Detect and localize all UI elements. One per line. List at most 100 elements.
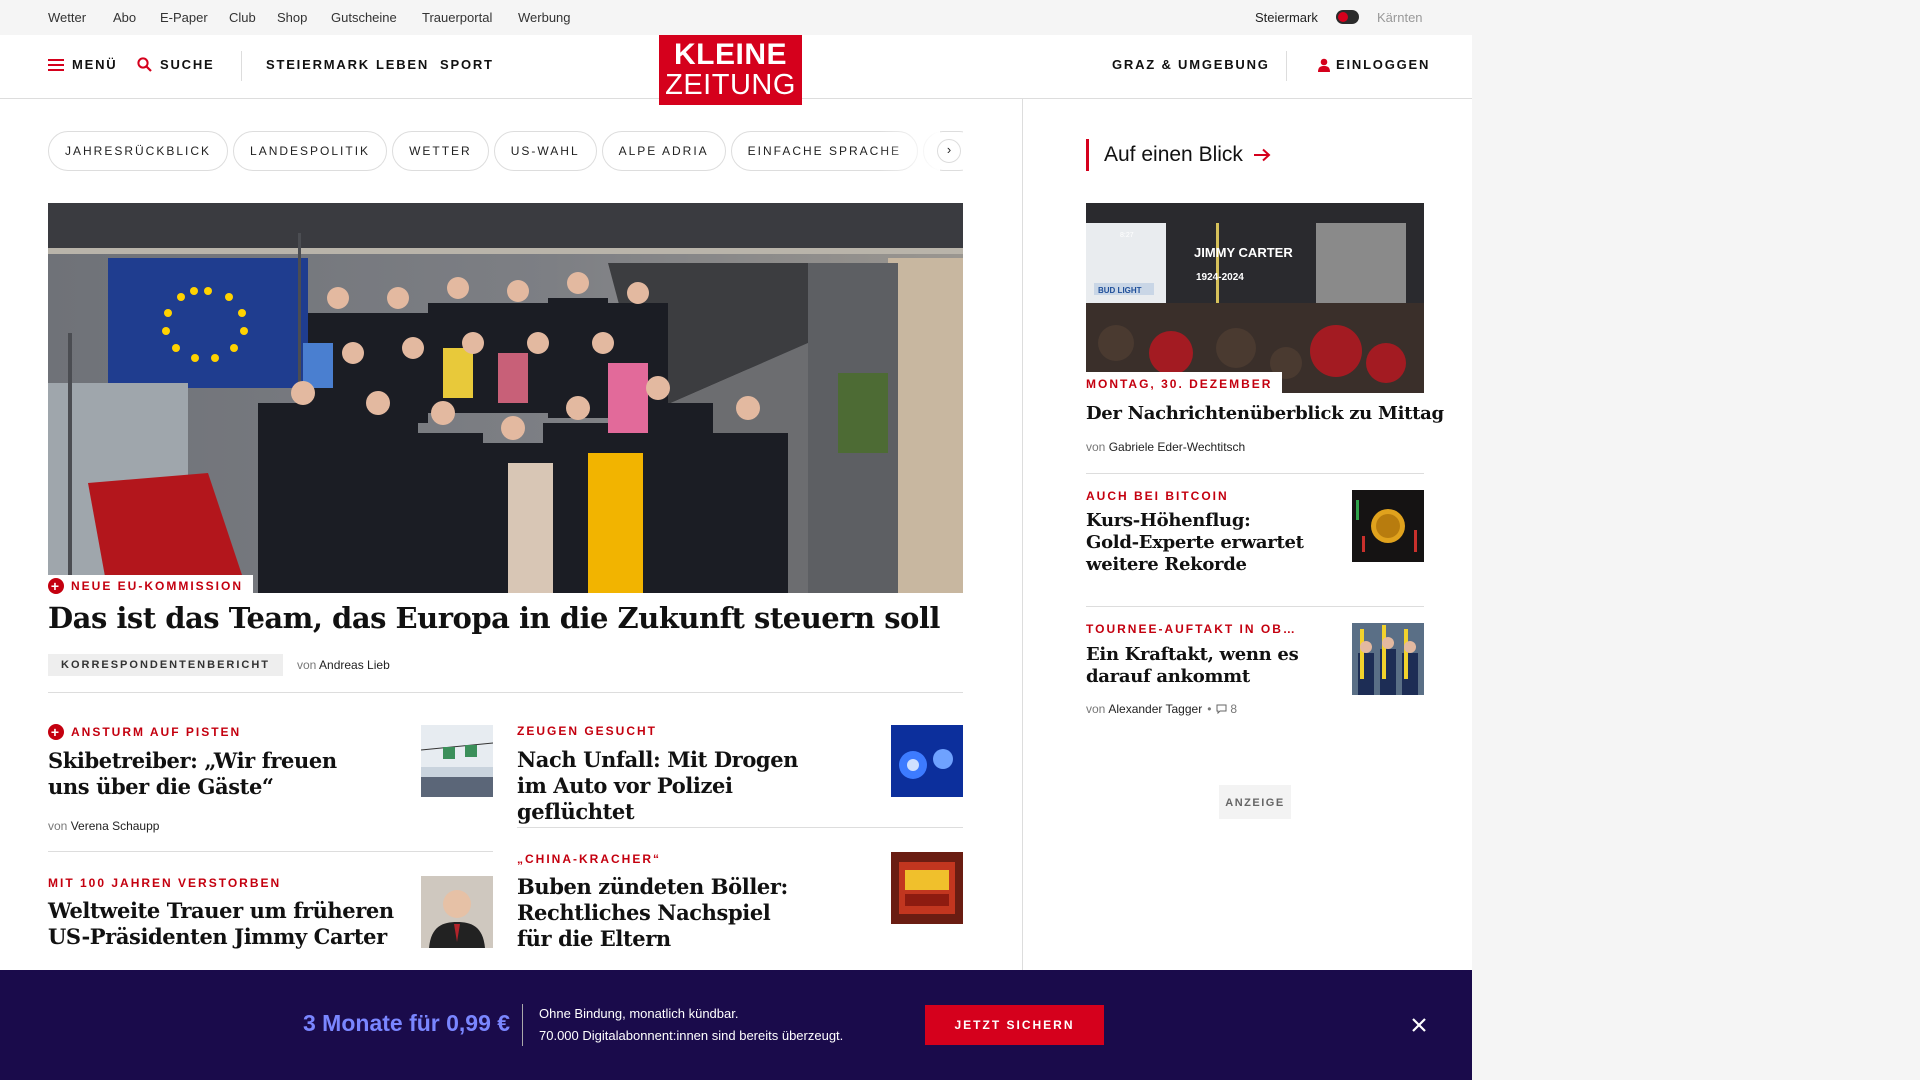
empty-viewport-gutter (1472, 0, 1920, 1080)
nav-sport[interactable]: SPORT (440, 57, 494, 72)
tag-alpe-adria[interactable]: ALPE ADRIA (601, 131, 726, 171)
card-2-thumbnail[interactable] (891, 725, 963, 797)
card-3-title[interactable]: Weltweite Trauer um früheren US-Präsiden… (48, 898, 398, 950)
sidebar-item-1-kicker[interactable]: MONTAG, 30. DEZEMBER (1086, 372, 1283, 394)
sidebar-item-1-author[interactable]: Gabriele Eder-Wechtitsch (1109, 440, 1246, 454)
comment-count[interactable]: 8 (1230, 702, 1237, 716)
util-link-werbung[interactable]: Werbung (518, 10, 571, 25)
card-2-title[interactable]: Nach Unfall: Mit Drogen im Auto vor Poli… (517, 747, 817, 825)
sidebar-heading-text: Auf einen Blick (1104, 143, 1243, 166)
card-4-thumbnail[interactable] (891, 852, 963, 924)
sidebar-item-2-title[interactable]: Kurs-Höhenflug: Gold-Experte erwartet we… (1086, 510, 1306, 576)
sidebar-heading[interactable]: Auf einen Blick (1086, 139, 1271, 171)
nav-leben[interactable]: LEBEN (376, 57, 429, 72)
search-label: SUCHE (160, 57, 215, 72)
chevron-right-icon: › (946, 142, 952, 157)
by-prefix: von (1086, 440, 1106, 454)
main-header: MENÜ SUCHE STEIERMARK LEBEN SPORT KLEINE… (0, 35, 1472, 105)
card-1-byline: von Verena Schaupp (48, 819, 159, 833)
tag-landespolitik[interactable]: LANDESPOLITIK (233, 131, 388, 171)
sidebar-item-3-thumbnail[interactable] (1352, 623, 1424, 695)
banner-close-button[interactable] (1407, 1013, 1431, 1037)
sidebar-item-3-kicker[interactable]: TOURNEE-AUFTAKT IN OBE... (1086, 622, 1301, 636)
subscribe-button[interactable]: JETZT SICHERN (925, 1005, 1104, 1045)
util-link-gutscheine[interactable]: Gutscheine (331, 10, 397, 25)
column-divider (1022, 99, 1023, 1080)
sidebar-item-1-title[interactable]: Der Nachrichtenüberblick zu Mittag (1086, 403, 1444, 425)
user-icon (1318, 58, 1330, 72)
by-prefix: von (297, 658, 317, 672)
sidebar-feature-image[interactable]: JIMMY CARTER 1924-2024 8:27 BUD LIGHT (1086, 203, 1424, 393)
by-prefix: von (48, 819, 68, 833)
image-text-sponsor: BUD LIGHT (1098, 286, 1142, 295)
card-4-title[interactable]: Buben zündeten Böller: Rechtliches Nachs… (517, 874, 807, 952)
tag-wetter[interactable]: WETTER (392, 131, 489, 171)
util-link-trauerportal[interactable]: Trauerportal (422, 10, 492, 25)
divider (1086, 473, 1424, 474)
hero-image[interactable] (48, 203, 963, 593)
divider (48, 851, 493, 852)
card-1-thumbnail[interactable] (421, 725, 493, 797)
ski-jumpers-thumbnail-art (1352, 623, 1424, 695)
page: Wetter Abo E-Paper Club Shop Gutscheine … (0, 0, 1472, 1080)
search-button[interactable]: SUCHE (137, 57, 215, 72)
arrow-right-icon (1253, 148, 1271, 162)
sidebar-item-3-author[interactable]: Alexander Tagger (1108, 702, 1202, 716)
region-kaernten[interactable]: Kärnten (1377, 10, 1423, 25)
region-toggle[interactable] (1336, 10, 1359, 24)
divider (48, 692, 963, 693)
utility-bar: Wetter Abo E-Paper Club Shop Gutscheine … (0, 0, 1472, 35)
card-3-thumbnail[interactable] (421, 876, 493, 948)
region-link-graz[interactable]: GRAZ & UMGEBUNG (1112, 57, 1270, 72)
logo-line-2: ZEITUNG (665, 69, 796, 101)
plus-circle-icon: + (48, 578, 64, 594)
hero-kicker[interactable]: + NEUE EU-KOMMISSION (48, 575, 254, 597)
close-icon (1412, 1018, 1426, 1032)
site-logo[interactable]: KLEINE ZEITUNG (659, 35, 802, 105)
logo-line-1: KLEINE (673, 38, 787, 71)
image-text-score: 8:27 (1120, 232, 1134, 239)
tag-jahresrueckblick[interactable]: JAHRESRÜCKBLICK (48, 131, 229, 171)
card-1-title[interactable]: Skibetreiber: „Wir freuen uns über die G… (48, 748, 348, 800)
util-link-shop[interactable]: Shop (277, 10, 307, 25)
stadium-tribute-illustration: JIMMY CARTER 1924-2024 8:27 BUD LIGHT (1086, 203, 1424, 393)
util-link-epaper[interactable]: E-Paper (160, 10, 208, 25)
search-icon (137, 57, 152, 72)
login-button[interactable]: EINLOGGEN (1318, 57, 1430, 72)
menu-button[interactable]: MENÜ (48, 57, 117, 72)
hero-kicker-text: NEUE EU-KOMMISSION (71, 579, 244, 593)
nav-steiermark[interactable]: STEIERMARK (266, 57, 370, 72)
tag-bar-fade (880, 131, 940, 171)
toggle-knob (1338, 12, 1348, 22)
hamburger-icon (48, 58, 64, 71)
hero-author[interactable]: Andreas Lieb (319, 658, 390, 672)
tags-next-button[interactable]: › (937, 139, 961, 163)
hero-headline[interactable]: Das ist das Team, das Europa in die Zuku… (48, 601, 940, 635)
sidebar-item-3-title[interactable]: Ein Kraftakt, wenn es darauf ankommt (1086, 644, 1301, 688)
promo-line-1: Ohne Bindung, monatlich kündbar. (539, 1006, 739, 1021)
sidebar-item-2-thumbnail[interactable] (1352, 490, 1424, 562)
hero-photo-illustration (48, 203, 963, 593)
card-1-author[interactable]: Verena Schaupp (71, 819, 160, 833)
tag-us-wahl[interactable]: US-WAHL (493, 131, 597, 171)
police-light-thumbnail-art (891, 725, 963, 797)
util-link-club[interactable]: Club (229, 10, 256, 25)
card-1-kicker-text: ANSTURM AUF PISTEN (71, 725, 242, 739)
comment-icon (1216, 704, 1227, 714)
sidebar-item-1-byline: von Gabriele Eder-Wechtitsch (1086, 440, 1245, 454)
hero-byline: von Andreas Lieb (297, 658, 390, 672)
card-2-kicker[interactable]: ZEUGEN GESUCHT (517, 724, 657, 738)
util-link-wetter[interactable]: Wetter (48, 10, 86, 25)
sidebar-item-2-kicker[interactable]: AUCH BEI BITCOIN (1086, 489, 1229, 503)
card-1-kicker[interactable]: + ANSTURM AUF PISTEN (48, 724, 241, 740)
by-prefix: von (1086, 702, 1106, 716)
byline-dot: • (1207, 702, 1212, 716)
region-steiermark[interactable]: Steiermark (1255, 10, 1318, 25)
fireworks-package-thumbnail-art (891, 852, 963, 924)
card-3-kicker[interactable]: MIT 100 JAHREN VERSTORBEN (48, 876, 281, 890)
util-link-abo[interactable]: Abo (113, 10, 136, 25)
card-4-kicker[interactable]: „CHINA-KRACHER“ (517, 852, 661, 866)
promo-text: Ohne Bindung, monatlich kündbar. 70.000 … (539, 1003, 843, 1047)
portrait-thumbnail-art (421, 876, 493, 948)
bitcoin-thumbnail-art (1352, 490, 1424, 562)
